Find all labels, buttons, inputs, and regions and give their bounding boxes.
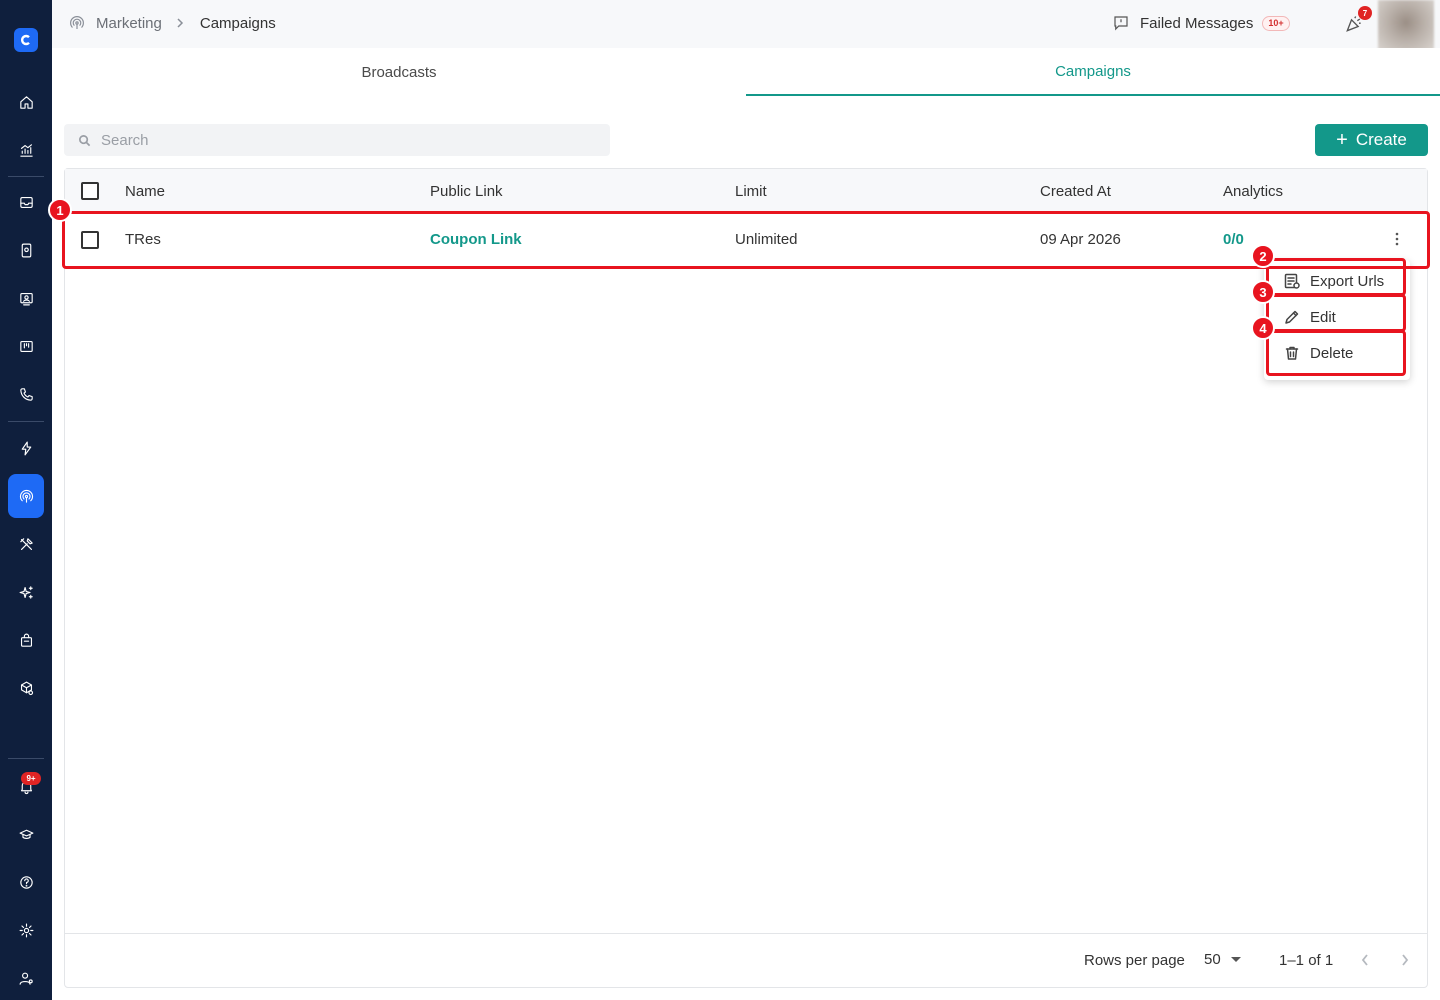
- breadcrumb-marketing[interactable]: Marketing: [96, 15, 162, 32]
- sidebar-divider: [8, 421, 44, 422]
- view-tabs: Broadcasts Campaigns: [52, 48, 1440, 96]
- annotation-box-edit: [1266, 294, 1406, 332]
- contacts-icon[interactable]: [8, 232, 44, 268]
- gear-icon[interactable]: [8, 912, 44, 948]
- rows-per-page-label: Rows per page: [1084, 952, 1185, 969]
- annotation-marker-4: 4: [1251, 316, 1275, 340]
- table-header: Name Public Link Limit Created At Analyt…: [65, 169, 1427, 213]
- chevron-right-icon: [177, 18, 183, 28]
- sidebar-divider: [8, 176, 44, 177]
- caret-down-icon: [1230, 957, 1241, 962]
- annotation-box-row: [62, 211, 1430, 269]
- plus-icon: +: [1336, 129, 1348, 151]
- column-header-limit[interactable]: Limit: [735, 183, 767, 200]
- column-header-created-at[interactable]: Created At: [1040, 183, 1111, 200]
- annotation-box-delete: [1266, 330, 1406, 376]
- table-pagination: Rows per page 50 1–1 of 1: [65, 933, 1427, 987]
- rows-per-page-select[interactable]: 50: [1204, 951, 1241, 968]
- annotation-marker-3: 3: [1251, 280, 1275, 304]
- column-header-analytics[interactable]: Analytics: [1223, 183, 1283, 200]
- failed-messages-link[interactable]: Failed Messages 10+: [1112, 14, 1290, 32]
- previous-page-button[interactable]: [1355, 950, 1375, 970]
- automation-icon[interactable]: [8, 430, 44, 466]
- annotation-marker-2: 2: [1251, 244, 1275, 268]
- select-all-checkbox[interactable]: [81, 182, 99, 200]
- users-icon[interactable]: [8, 960, 44, 996]
- settings-box-icon[interactable]: [8, 670, 44, 706]
- analytics-icon[interactable]: [8, 132, 44, 168]
- chevron-right-icon: [1402, 954, 1409, 966]
- phone-icon[interactable]: [8, 376, 44, 412]
- avatar[interactable]: [1378, 0, 1434, 50]
- message-alert-icon: [1114, 16, 1128, 31]
- annotation-box-export-urls: [1266, 258, 1406, 296]
- column-header-public-link[interactable]: Public Link: [430, 183, 503, 200]
- next-page-button[interactable]: [1395, 950, 1415, 970]
- ai-icon[interactable]: [8, 574, 44, 610]
- search-box: [64, 124, 610, 156]
- inbox-icon[interactable]: [8, 184, 44, 220]
- search-icon: [79, 134, 91, 146]
- rows-per-page-value: 50: [1204, 951, 1221, 968]
- annotation-marker-1: 1: [48, 198, 72, 222]
- tab-broadcasts[interactable]: Broadcasts: [52, 48, 746, 96]
- failed-messages-count-badge: 10+: [1262, 15, 1290, 31]
- marketing-icon[interactable]: [8, 474, 44, 518]
- tab-campaigns[interactable]: Campaigns: [746, 48, 1440, 96]
- team-icon[interactable]: [8, 280, 44, 316]
- sidebar-divider: [8, 758, 44, 759]
- home-icon[interactable]: [8, 84, 44, 120]
- help-icon[interactable]: [8, 864, 44, 900]
- commerce-icon[interactable]: [8, 622, 44, 658]
- pagination-range: 1–1 of 1: [1279, 952, 1334, 969]
- tools-icon[interactable]: [8, 526, 44, 562]
- breadcrumb-campaigns: Campaigns: [199, 14, 276, 32]
- failed-messages-label: Failed Messages: [1140, 14, 1254, 32]
- create-button[interactable]: + Create: [1315, 124, 1428, 156]
- create-button-label: Create: [1355, 130, 1407, 149]
- learn-icon[interactable]: [8, 816, 44, 852]
- notification-count-badge: 7: [1358, 6, 1372, 20]
- search-input[interactable]: [101, 131, 581, 149]
- sidebar-notification-badge: 9+: [21, 772, 41, 785]
- sidebar: 9+: [0, 0, 52, 1000]
- column-header-name[interactable]: Name: [125, 183, 165, 200]
- marketing-icon: [70, 16, 84, 29]
- app-logo-icon[interactable]: [14, 28, 38, 52]
- breadcrumb: Marketing Campaigns: [68, 14, 276, 32]
- board-icon[interactable]: [8, 328, 44, 364]
- top-bar: Marketing Campaigns Failed Messages 10+ …: [52, 0, 1440, 50]
- chevron-left-icon: [1361, 954, 1368, 966]
- announcements-button[interactable]: 7: [1344, 6, 1372, 36]
- campaigns-table: Name Public Link Limit Created At Analyt…: [64, 168, 1428, 988]
